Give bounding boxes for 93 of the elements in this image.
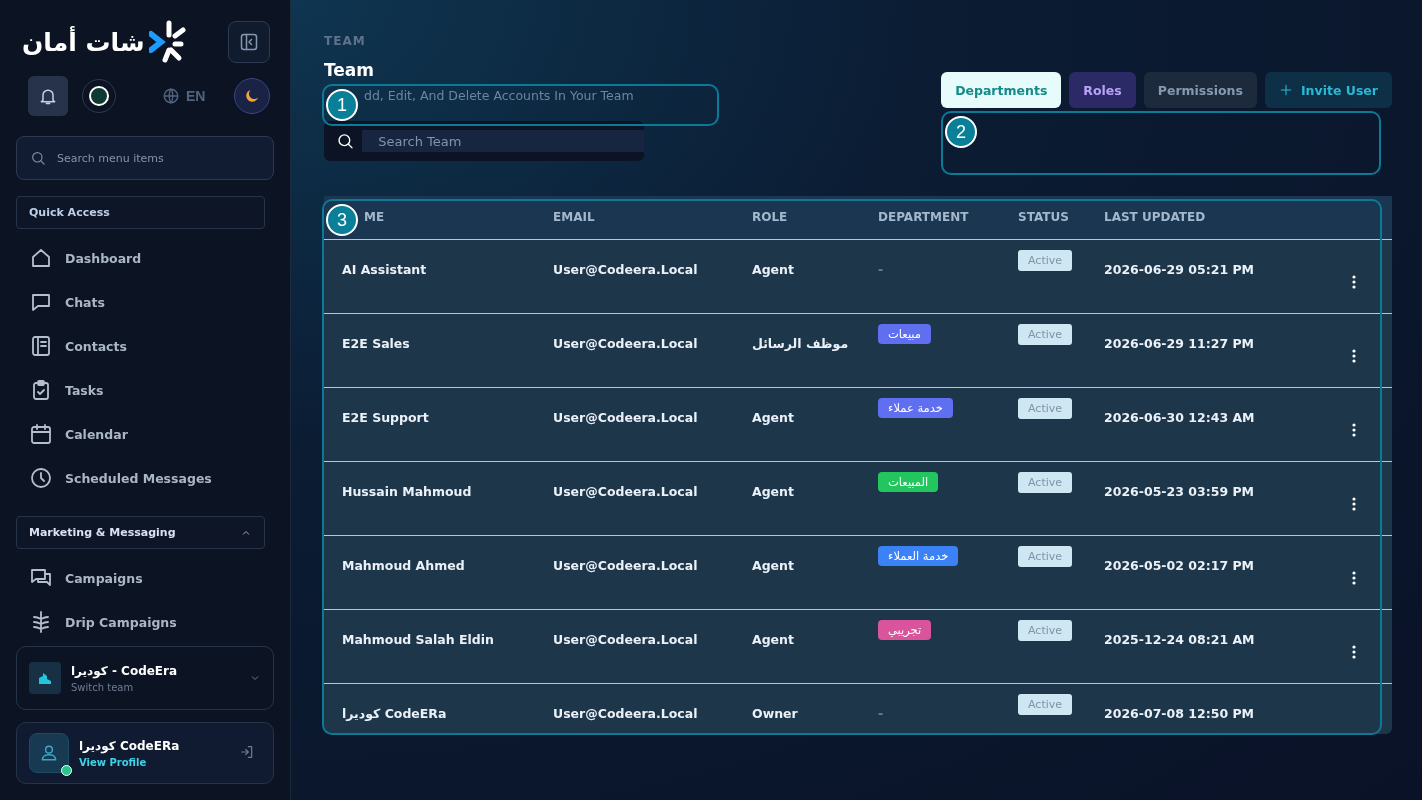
team-search-field[interactable]: Search Team (362, 130, 644, 152)
table-cell-text: Mahmoud Ahmed (342, 557, 466, 575)
breadcrumb: TEAM (324, 34, 367, 48)
table-cell-text: E2E Support (342, 409, 430, 427)
column-header: ME (364, 209, 386, 226)
status-badge: Active (1018, 398, 1073, 419)
sidebar-item[interactable]: Tasks (16, 368, 274, 412)
filter-button[interactable]: Roles (1069, 72, 1136, 108)
status-badge: Active (1018, 472, 1073, 493)
sidebar-panel-icon (239, 32, 259, 52)
table-cell-text: User@Codeera.Local (553, 409, 699, 427)
column-header: LAST UPDATED (1104, 209, 1207, 226)
column-header: DEPARTMENT (878, 209, 970, 226)
table-cell-text: 2026-06-29 05:21 PM (1104, 261, 1256, 279)
department-tag: مبيعات (878, 324, 931, 344)
table-cell-text: Agent (752, 409, 795, 427)
calendar-icon (29, 422, 53, 446)
filter-button[interactable]: Departments (941, 72, 1062, 108)
table-cell-text: Agent (752, 557, 795, 575)
table-cell-text: Mahmoud Salah Eldin (342, 631, 495, 649)
table-cell-text: User@Codeera.Local (553, 483, 699, 501)
sidebar-item[interactable]: Calendar (16, 412, 274, 456)
sidebar-item[interactable]: Chats (16, 280, 274, 324)
table-cell-text: - (878, 261, 885, 279)
table-cell-text: 2026-06-30 12:43 AM (1104, 409, 1256, 427)
table-cell-text: موظف الرسائل (752, 335, 850, 353)
notifications-button[interactable] (28, 76, 68, 116)
table-cell-text: 2026-05-23 03:59 PM (1104, 483, 1256, 501)
department-tag: خدمة عملاء (878, 398, 953, 418)
department-tag: تجريبي (878, 620, 932, 640)
book-icon (29, 334, 53, 358)
profile-name: كوديرا CodeERa (79, 738, 181, 753)
home-icon (29, 246, 53, 270)
sidebar-item[interactable]: Contacts (16, 324, 274, 368)
department-tag: المبيعات (878, 472, 939, 492)
table-cell-text: Agent (752, 483, 795, 501)
department-tag: خدمة العملاء (878, 546, 959, 566)
collapse-sidebar-button[interactable] (228, 21, 270, 63)
table-cell-text: User@Codeera.Local (553, 261, 699, 279)
more-options-button[interactable] (1352, 570, 1356, 585)
table-cell-text: User@Codeera.Local (553, 705, 699, 723)
page-subtitle: dd, Edit, And Delete Accounts In Your Team (364, 88, 635, 103)
sidebar-item[interactable]: Campaigns (16, 556, 274, 600)
table-cell-text: User@Codeera.Local (553, 335, 699, 353)
table-cell-text: Agent (752, 631, 795, 649)
sidebar-item[interactable]: Scheduled Messages (16, 456, 274, 500)
filter-button[interactable]: Permissions (1143, 72, 1257, 108)
menu-search-field[interactable]: Search menu items (16, 136, 274, 180)
section-title: Quick Access (29, 206, 110, 219)
moon-icon (243, 87, 261, 105)
person-icon (39, 743, 59, 763)
table-cell-text: User@Codeera.Local (553, 631, 699, 649)
section-title: Marketing & Messaging (29, 526, 176, 539)
table-cell-text: 2025-12-24 08:21 AM (1104, 631, 1256, 649)
status-badge: Active (1018, 620, 1073, 641)
plus-icon (1278, 83, 1293, 97)
status-badge: Active (1018, 694, 1073, 715)
status-badge: Active (1018, 546, 1073, 567)
table-cell-text: Hussain Mahmoud (342, 483, 473, 501)
column-header: ROLE (752, 209, 789, 226)
logout-icon (239, 743, 255, 760)
table-cell-text: كوديرا CodeERa (342, 705, 448, 723)
section-header[interactable]: Marketing & Messaging (16, 516, 265, 549)
table-cell-text: User@Codeera.Local (553, 557, 699, 575)
table-cell-text: Agent (752, 261, 795, 279)
more-options-button[interactable] (1352, 348, 1356, 363)
more-options-button[interactable] (1352, 644, 1356, 659)
table-cell-text: AI Assistant (342, 261, 428, 279)
status-badge: Active (1018, 250, 1073, 271)
page-title: Team (324, 60, 376, 80)
building-icon (38, 671, 52, 685)
theme-toggle[interactable] (234, 78, 270, 114)
more-options-button[interactable] (1352, 422, 1356, 437)
table-cell-text: 2026-05-02 02:17 PM (1104, 557, 1256, 575)
table-cell-text: 2026-06-29 11:27 PM (1104, 335, 1256, 353)
sidebar-item[interactable]: Dashboard (16, 236, 274, 280)
globe-icon (162, 87, 180, 105)
clock-icon (29, 466, 53, 490)
sidebar-item[interactable]: Drip Campaigns (16, 600, 274, 644)
view-profile-link[interactable]: View Profile (79, 756, 223, 768)
logo-text: شات أمان (22, 27, 145, 57)
column-header: STATUS (1018, 209, 1070, 226)
more-options-button[interactable] (1352, 274, 1356, 289)
column-header: EMAIL (553, 209, 596, 226)
table-cell-text: 2026-07-08 12:50 PM (1104, 705, 1256, 723)
status-badge: Active (1018, 324, 1073, 345)
table-cell-text: Owner (752, 705, 799, 723)
logo-icon (148, 20, 189, 64)
more-options-button[interactable] (1352, 496, 1356, 511)
table-cell-text: E2E Sales (342, 335, 411, 353)
search-icon (336, 131, 355, 151)
table-cell-text: - (878, 705, 885, 723)
invite-user-button[interactable]: Invite User (1264, 72, 1392, 108)
